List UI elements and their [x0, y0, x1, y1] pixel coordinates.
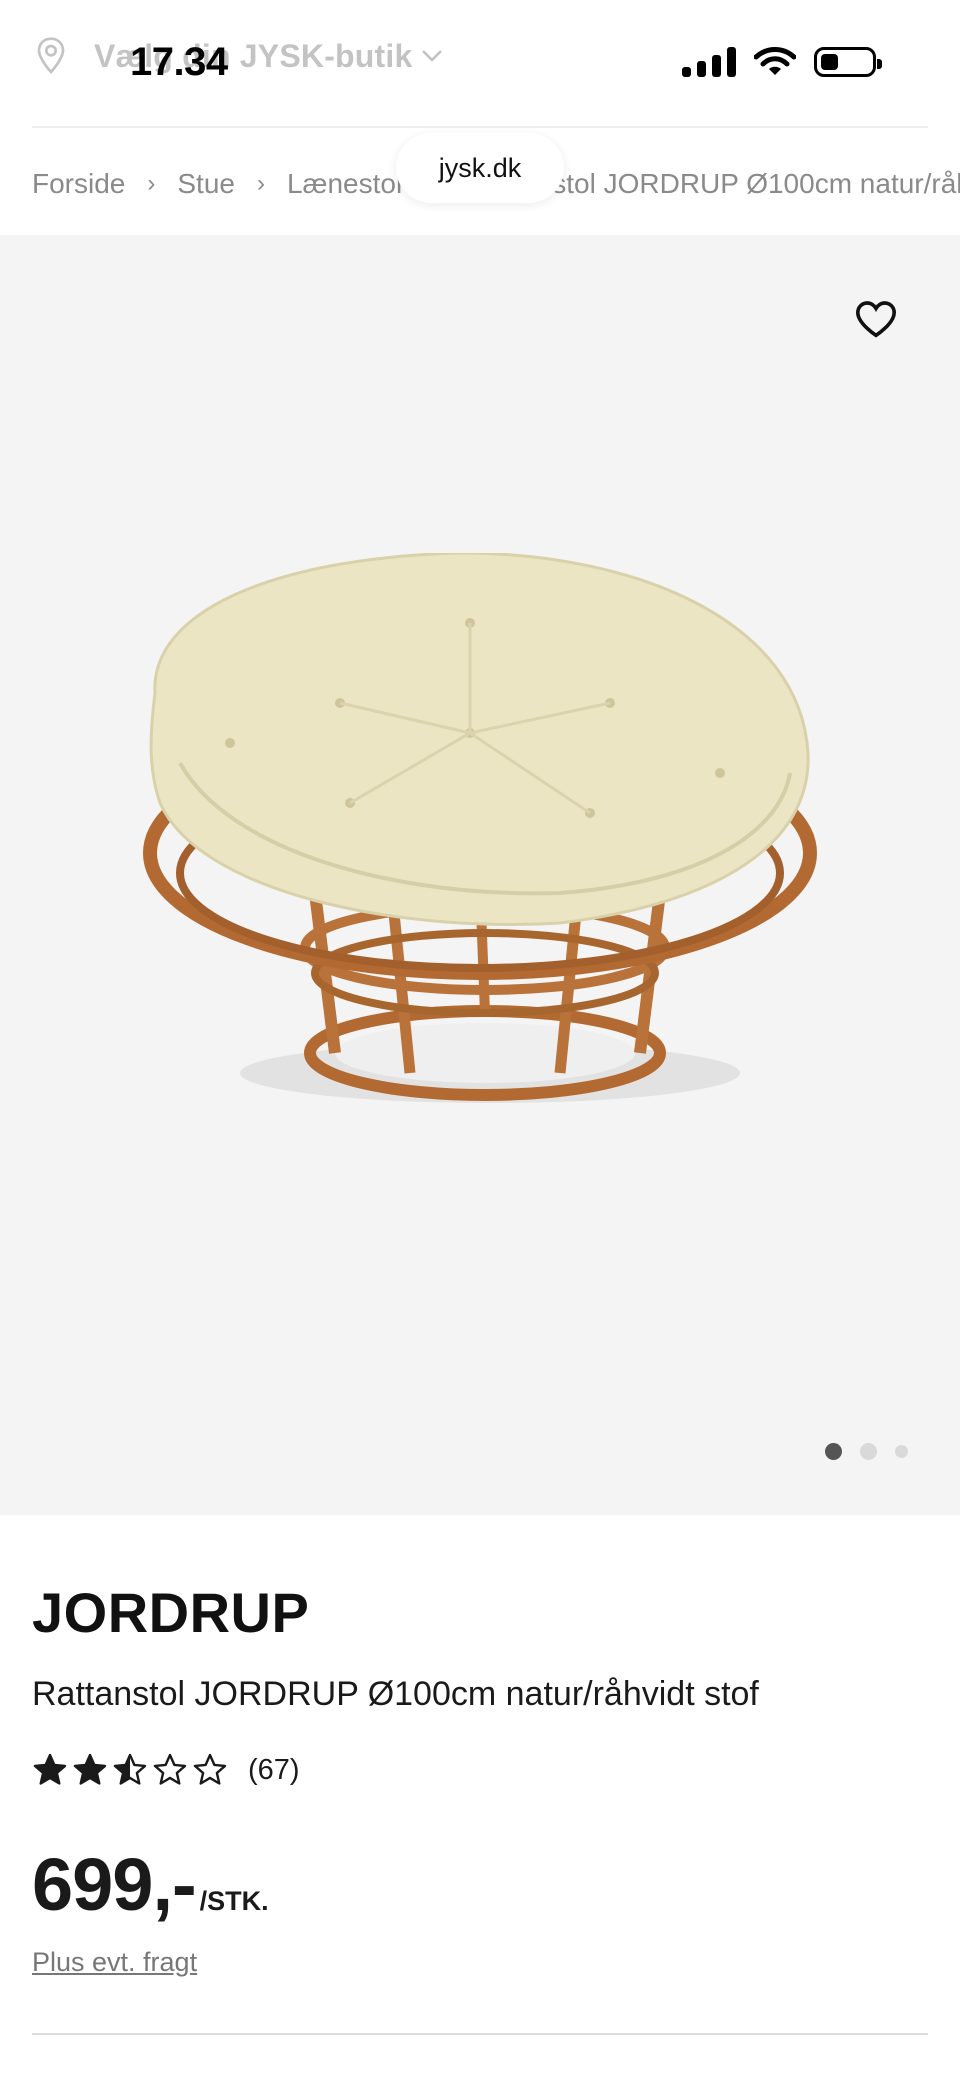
review-count[interactable]: (67) [248, 1754, 300, 1787]
chevron-right-icon: › [256, 170, 265, 197]
breadcrumb-item-stue[interactable]: Stue [177, 168, 235, 200]
shipping-info-link[interactable]: Plus evt. fragt [32, 1947, 197, 1978]
url-bar[interactable]: jysk.dk [396, 133, 564, 203]
star-empty-icon [193, 1753, 227, 1785]
breadcrumb-item-forside[interactable]: Forside [32, 168, 125, 200]
chevron-right-icon: › [147, 170, 156, 197]
status-time: 17.34 [130, 40, 228, 84]
product-image [143, 553, 817, 1103]
product-info: JORDRUP Rattanstol JORDRUP Ø100cm natur/… [32, 1580, 928, 1978]
chevron-down-icon [421, 50, 442, 62]
gallery-pagination [825, 1443, 908, 1460]
heart-icon[interactable] [854, 299, 898, 339]
star-filled-icon [33, 1753, 67, 1785]
gallery-dot-2[interactable] [860, 1443, 877, 1460]
store-selector[interactable]: Vælg din JYSK-butik [34, 34, 443, 78]
wifi-icon [754, 47, 796, 75]
rating-stars [32, 1752, 228, 1788]
status-icons [682, 46, 882, 78]
product-brand: JORDRUP [32, 1581, 310, 1644]
cellular-signal-icon [682, 47, 736, 77]
price-row: 699,- /STK. [32, 1842, 928, 1927]
product-name: Rattanstol JORDRUP Ø100cm natur/råhvidt … [32, 1675, 759, 1713]
section-divider [32, 2033, 928, 2035]
gallery-dot-1[interactable] [825, 1443, 842, 1460]
price-unit: /STK. [199, 1886, 269, 1916]
location-pin-icon [37, 37, 65, 74]
product-rating[interactable]: (67) [32, 1750, 928, 1790]
header-divider [32, 126, 928, 128]
battery-icon [814, 47, 882, 77]
gallery-dot-3[interactable] [895, 1445, 908, 1458]
star-filled-icon [73, 1753, 107, 1785]
product-price: 699,- [32, 1843, 197, 1926]
page-header: Vælg din JYSK-butik 17.34 Forside › Stue… [0, 0, 960, 235]
product-image-gallery[interactable] [0, 235, 960, 1515]
star-half-icon [113, 1753, 147, 1785]
star-empty-icon [153, 1753, 187, 1785]
